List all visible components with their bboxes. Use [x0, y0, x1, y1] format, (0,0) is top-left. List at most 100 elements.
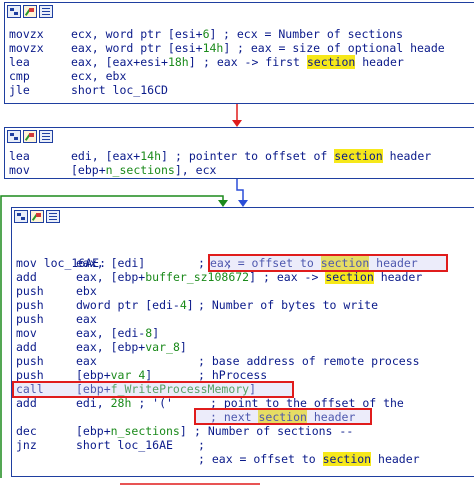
instruction-row[interactable]: mov eax, [edi-8] [12, 326, 474, 340]
block-toolbar [5, 128, 474, 144]
mnemonic: push [16, 284, 44, 298]
search-highlight: section [325, 270, 374, 284]
instruction-row[interactable]: add eax, [ebp+var_8] [12, 340, 474, 354]
text-segment: ] [145, 368, 153, 382]
field-name: var_8 [145, 340, 180, 354]
annotation-box-offset-comment [208, 254, 448, 272]
mnemonic: dec [16, 424, 37, 438]
comment: ; [198, 256, 205, 270]
text-segment: header [373, 270, 423, 284]
operands: ecx, word ptr [esi+6] [71, 27, 216, 41]
mnemonic: movzx [9, 27, 44, 41]
field-name: var_4 [110, 368, 146, 382]
operands: eax, [edi] [76, 256, 145, 270]
instruction-row[interactable]: movzx eax, word ptr [esi+14h] ; eax = size… [5, 41, 474, 55]
text-segment: edi, [eax+ [71, 149, 141, 163]
operands: ecx, ebx [71, 69, 126, 83]
text-segment: edi, [76, 396, 111, 410]
text-segment: eax, [ebp+ [76, 340, 146, 354]
mnemonic: add [16, 396, 37, 410]
code-block-3[interactable]: loc_16AE: ; mov eax, [edi]; eax = offset t… [11, 207, 474, 477]
comment: ; ecx = Number of sections [223, 27, 403, 41]
mnemonic: lea [9, 149, 30, 163]
text-segment: dword ptr [edi- [76, 298, 180, 312]
instruction-row[interactable]: cmp ecx, ebx [5, 69, 474, 83]
instruction-row[interactable]: lea eax, [eax+esi+18h] ; eax -> first sect… [5, 55, 474, 69]
text-segment: ; eax = offset to [198, 452, 323, 466]
mnemonic: push [16, 312, 44, 326]
field-name: n_sections [110, 424, 180, 438]
code-block-1[interactable]: movzx ecx, word ptr [esi+6] ; ecx = Number… [4, 2, 474, 104]
comment: ; [198, 438, 205, 452]
text-segment: eax [76, 312, 97, 326]
graph-overview-icon[interactable] [7, 4, 21, 18]
mnemonic: push [16, 354, 44, 368]
text-segment: [ebp+ [71, 163, 106, 177]
comment: ; pointer to offset of section header [175, 149, 431, 163]
field-name: buffer_sz108672 [145, 270, 250, 284]
mnemonic: mov [16, 256, 37, 270]
instruction-row[interactable]: push eax [12, 312, 474, 326]
numeric-literal: 28h [110, 396, 132, 410]
edit-node-icon[interactable] [30, 209, 44, 223]
operands: eax, [ebp+buffer_sz108672] [76, 270, 256, 284]
comment: ; eax -> section header [263, 270, 422, 284]
instruction-row[interactable]: push [ebp+var_4] ; hProcess [12, 368, 474, 382]
graph-overview-icon[interactable] [7, 129, 21, 143]
text-segment: ] [223, 41, 231, 55]
instruction-row[interactable]: add eax, [ebp+buffer_sz108672] ; eax -> se… [12, 270, 474, 284]
block-toolbar [5, 3, 474, 19]
numeric-literal: 6 [202, 27, 210, 41]
text-segment: eax, [edi] [76, 256, 146, 270]
text-segment: ] [179, 340, 187, 354]
operands: dword ptr [edi-4] [76, 298, 194, 312]
graph-overview-icon[interactable] [14, 209, 28, 223]
list-view-icon[interactable] [39, 129, 53, 143]
instruction-row[interactable]: ; eax = offset to section header [12, 452, 474, 466]
mnemonic: movzx [9, 41, 44, 55]
text-segment: ; hProcess [198, 368, 268, 382]
instruction-row[interactable]: jle short loc_16CD [5, 83, 474, 97]
instruction-row[interactable]: lea edi, [eax+14h] ; pointer to offset of … [5, 149, 474, 163]
instruction-row[interactable]: mov [ebp+n_sections], ecx [5, 163, 474, 177]
instruction-row[interactable]: movzx ecx, word ptr [esi+6] ; ecx = Number… [5, 27, 474, 41]
code-label[interactable]: loc_16AE: [16, 242, 106, 270]
list-view-icon[interactable] [39, 4, 53, 18]
instruction-row[interactable]: push ebx [12, 284, 474, 298]
operands: ebx [76, 284, 97, 298]
text-segment: ], ecx [174, 163, 217, 177]
text-segment: ecx, ebx [71, 69, 127, 83]
text-segment: [ebp+ [76, 368, 111, 382]
operands: eax [76, 312, 97, 326]
comment: ; hProcess [198, 368, 267, 382]
instruction-row[interactable]: push dword ptr [edi-4] ; Number of bytes t… [12, 298, 474, 312]
mnemonic: jle [9, 83, 30, 97]
edge-arrowhead-green [218, 200, 228, 207]
list-view-icon[interactable] [46, 209, 60, 223]
search-highlight: section [334, 149, 383, 163]
instruction-row[interactable]: dec [ebp+n_sections] ; Number of sections … [12, 424, 474, 438]
text-segment: eax, [eax+esi+ [71, 55, 168, 69]
text-segment: short loc_16CD [71, 83, 168, 97]
text-segment: eax, word ptr [esi+ [71, 41, 203, 55]
search-highlight: section [322, 452, 372, 466]
comment: ; base address of remote process [198, 354, 420, 368]
text-segment: ] [179, 424, 187, 438]
text-segment: ] [186, 298, 194, 312]
mnemonic: mov [16, 326, 37, 340]
edge-block2-to-block3 [236, 178, 244, 200]
text-segment: eax, [edi- [76, 326, 146, 340]
operands: eax, [eax+esi+18h] [71, 55, 196, 69]
numeric-literal: 14h [140, 149, 162, 163]
instruction-row[interactable]: push eax ; base address of remote process [12, 354, 474, 368]
mnemonic: push [16, 298, 44, 312]
code-block-2[interactable]: lea edi, [eax+14h] ; pointer to offset of … [4, 127, 474, 179]
operands: eax, word ptr [esi+14h] [71, 41, 230, 55]
text-segment: ; [198, 438, 205, 452]
mnemonic: mov [9, 163, 30, 177]
edit-node-icon[interactable] [23, 4, 37, 18]
instruction-row[interactable]: jnz short loc_16AE; [12, 438, 474, 452]
numeric-literal: 4 [179, 298, 187, 312]
text-segment: ; eax = size of optional heade [237, 41, 445, 55]
edit-node-icon[interactable] [23, 129, 37, 143]
